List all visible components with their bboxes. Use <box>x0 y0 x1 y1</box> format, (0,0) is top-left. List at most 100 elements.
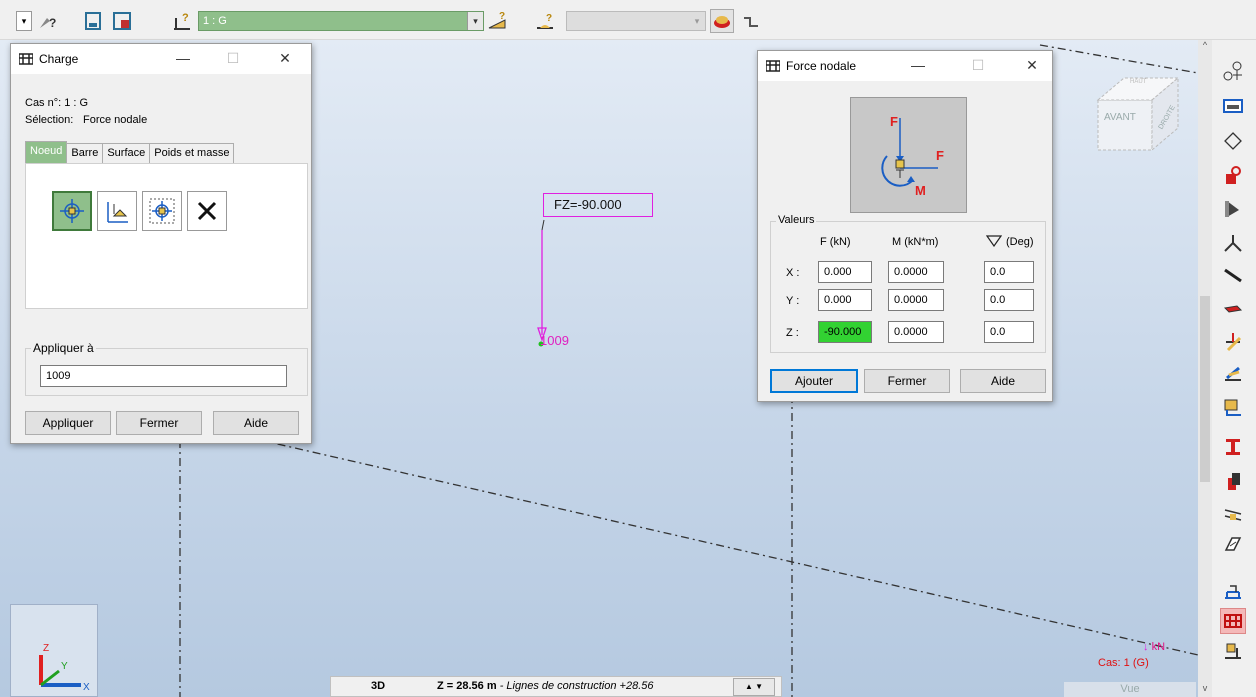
deformation-icon[interactable] <box>740 9 764 33</box>
close-icon[interactable]: ✕ <box>1022 57 1042 74</box>
scroll-down-icon[interactable]: v <box>1198 683 1212 697</box>
svg-text:?: ? <box>182 12 189 24</box>
print-icon[interactable] <box>82 9 106 33</box>
frame-icon <box>766 60 780 72</box>
level-stepper[interactable]: ▲ ▼ <box>733 678 775 696</box>
node-numbering-icon[interactable] <box>1220 58 1246 84</box>
close-button[interactable]: Fermer <box>864 369 950 393</box>
chevron-down-icon[interactable]: ▾ <box>689 12 705 30</box>
down-arrow-icon: ↓ <box>1143 641 1149 653</box>
diamond-icon[interactable] <box>1220 128 1246 154</box>
help-button[interactable]: Aide <box>960 369 1046 393</box>
view-cube-front[interactable]: AVANT <box>1104 112 1136 123</box>
masses-icon[interactable] <box>1220 394 1246 420</box>
frame-icon <box>19 53 33 65</box>
help-button[interactable]: Aide <box>213 411 299 435</box>
fz-input[interactable]: -90.000 <box>818 321 872 343</box>
panel-icon[interactable] <box>1220 296 1246 322</box>
col-f-header: F (kN) <box>820 236 851 248</box>
my-input[interactable]: 0.0000 <box>888 289 944 311</box>
imposed-displacement-tool-icon[interactable] <box>97 191 137 231</box>
apply-button[interactable]: Appliquer <box>25 411 111 435</box>
load-case-icon[interactable]: ? <box>170 9 194 33</box>
top-toolbar: ▾ ? ? 1 : G ▾ ? ? ▾ <box>0 0 1256 40</box>
charge-dialog-titlebar[interactable]: Charge — ☐ ✕ <box>11 44 311 74</box>
force-diagram-image: F F M <box>850 97 967 213</box>
view-cube[interactable]: AVANT DROITE HAUT <box>1090 70 1182 152</box>
force-nodale-dialog: Force nodale — ☐ ✕ F F M Valeurs F (kN) … <box>757 50 1053 402</box>
column-icon[interactable] <box>1220 468 1246 494</box>
mx-input[interactable]: 0.0000 <box>888 261 944 283</box>
view-combo[interactable]: ▾ <box>566 11 706 31</box>
bar-junction-icon[interactable] <box>1220 230 1246 256</box>
axis-widget: Z Y X <box>10 604 98 697</box>
svg-text:Y: Y <box>61 661 68 672</box>
fy-input[interactable]: 0.000 <box>818 289 872 311</box>
tab-surface[interactable]: Surface <box>102 143 151 163</box>
maximize-icon: ☐ <box>971 57 985 73</box>
load-combination-icon[interactable] <box>1220 360 1246 386</box>
charge-tabs: Noeud Barre Surface Poids et masse <box>25 141 235 163</box>
scroll-thumb[interactable] <box>1200 296 1210 482</box>
section-icon[interactable] <box>1220 93 1246 119</box>
apply-to-label: Appliquer à <box>31 341 96 355</box>
small-dropdown[interactable]: ▾ <box>16 11 32 31</box>
angle-x-input[interactable]: 0.0 <box>984 261 1034 283</box>
selection-value: Force nodale <box>83 114 148 126</box>
nodal-force-tool-icon[interactable] <box>52 191 92 231</box>
case-legend: Cas: 1 (G) <box>1098 657 1149 669</box>
values-label: Valeurs <box>776 214 817 226</box>
angle-z-input[interactable]: 0.0 <box>984 321 1034 343</box>
tab-noeud[interactable]: Noeud <box>25 141 68 163</box>
load-case-combo[interactable]: 1 : G ▾ <box>198 11 484 31</box>
query-icon[interactable]: ? <box>36 9 60 33</box>
angle-y-input[interactable]: 0.0 <box>984 289 1034 311</box>
unit-text: kN <box>1151 641 1166 653</box>
add-button[interactable]: Ajouter <box>770 369 858 393</box>
tab-barre[interactable]: Barre <box>66 143 104 163</box>
minimize-icon[interactable]: — <box>908 57 928 73</box>
svg-text:F: F <box>936 148 944 163</box>
foundation-icon[interactable] <box>1220 500 1246 526</box>
chevron-down-icon[interactable]: ▾ <box>467 12 483 30</box>
vertical-scrollbar[interactable]: ^ v <box>1198 40 1212 697</box>
tab-poids-et-masse[interactable]: Poids et masse <box>149 143 235 163</box>
col-deg-header: (Deg) <box>1006 236 1034 248</box>
load-case-value: 1 : G <box>203 15 227 27</box>
load-display-icon[interactable]: ? <box>486 9 510 33</box>
view-label: Vue <box>1064 682 1196 697</box>
scroll-up-icon[interactable]: ^ <box>1198 40 1212 54</box>
mz-input[interactable]: 0.0000 <box>888 321 944 343</box>
load-info-icon[interactable]: ? <box>534 9 558 33</box>
table-icon[interactable] <box>1220 638 1246 664</box>
multiple-nodes-tool-icon[interactable] <box>142 191 182 231</box>
charge-dialog: Charge — ☐ ✕ Cas n°: 1 : G Sélection: Fo… <box>10 43 312 444</box>
col-m-header: M (kN*m) <box>892 236 939 248</box>
close-button[interactable]: Fermer <box>116 411 202 435</box>
selection-label: Sélection: <box>25 114 74 126</box>
frame-view-icon[interactable] <box>1220 608 1246 634</box>
bar-release-icon[interactable] <box>1220 196 1246 222</box>
fx-input[interactable]: 0.000 <box>818 261 872 283</box>
force-dialog-titlebar[interactable]: Force nodale — ☐ ✕ <box>758 51 1052 81</box>
noeud-tab-panel <box>25 163 308 309</box>
svg-text:F: F <box>890 114 898 129</box>
save-icon[interactable] <box>110 9 134 33</box>
display-loads-icon[interactable] <box>710 9 734 33</box>
z-value: Z = 28.56 m <box>437 680 497 692</box>
view-cube-top[interactable]: HAUT <box>1130 79 1146 85</box>
slab-icon[interactable] <box>1220 532 1246 558</box>
view-mode[interactable]: 3D <box>371 680 385 692</box>
support-icon[interactable] <box>1220 162 1246 188</box>
svg-text:X: X <box>83 682 90 693</box>
force-dialog-title: Force nodale <box>786 59 857 73</box>
load-icon[interactable] <box>1220 328 1246 354</box>
i-beam-icon[interactable] <box>1220 434 1246 460</box>
angle-icon <box>986 235 1002 247</box>
bar-icon[interactable] <box>1220 262 1246 288</box>
minimize-icon[interactable]: — <box>173 50 193 66</box>
apply-to-input[interactable]: 1009 <box>40 365 287 387</box>
close-icon[interactable]: ✕ <box>275 50 295 67</box>
delete-load-icon[interactable] <box>187 191 227 231</box>
stairs-icon[interactable] <box>1220 578 1246 604</box>
